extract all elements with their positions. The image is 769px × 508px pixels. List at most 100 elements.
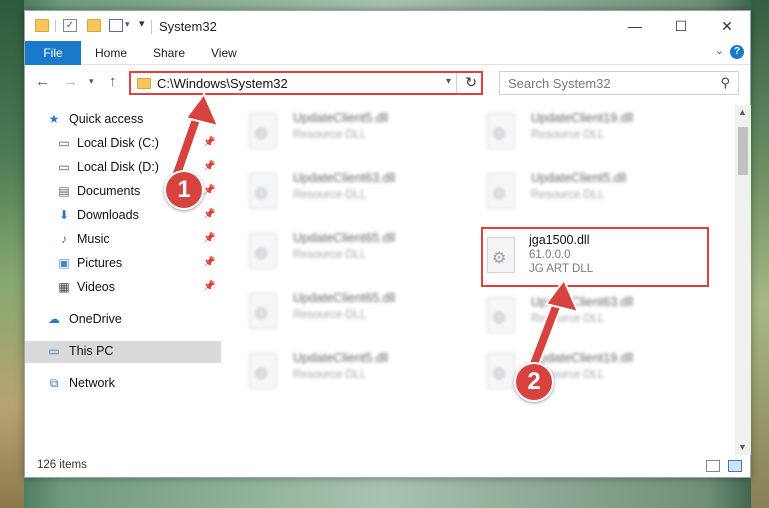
sidebar-item-network[interactable]: ⧉ Network [25,373,221,395]
address-divider [456,73,457,93]
dll-file-icon: ⚙ [249,293,277,329]
sidebar-item-label: Network [69,376,115,390]
window-title: System32 [159,19,217,34]
scroll-down-icon[interactable]: ▼ [738,442,747,452]
maximize-button[interactable]: ☐ [658,11,704,41]
file-item[interactable]: ⚙ UpdateClient5.dll Resource DLL [243,347,473,395]
file-item[interactable]: ⚙ UpdateClient65.dll Resource DLL [243,227,473,275]
file-type: Resource DLL [293,309,367,321]
address-folder-icon [137,78,151,89]
file-item[interactable]: ⚙ UpdateClient63.dll Resource DLL [481,291,711,339]
file-name: UpdateClient5.dll [293,111,389,125]
status-bar: 126 items [25,455,750,477]
dll-file-icon: ⚙ [249,233,277,269]
pin-icon[interactable]: 📌 [203,257,215,268]
quick-access-toolbar-icon[interactable]: ▾ [139,17,145,30]
navigation-bar: ← → ▾ ↑ C:\Windows\System32 ▾ ↻ Search S… [25,67,750,99]
pin-icon[interactable]: 📌 [203,233,215,244]
sidebar-item-this-pc[interactable]: ▭ This PC [25,341,221,363]
recent-locations-icon[interactable]: ▾ [89,76,94,87]
file-type: Resource DLL [531,189,605,201]
minimize-button[interactable]: — [612,11,658,41]
dll-file-icon: ⚙ [249,173,277,209]
pictures-icon: ▣ [58,256,70,270]
pin-icon[interactable]: 📌 [203,209,215,220]
annotation-arrow-2 [528,278,580,370]
tab-view[interactable]: View [197,41,251,65]
sidebar-item-label: Music [77,232,110,246]
tab-home[interactable]: Home [81,41,141,65]
scroll-up-icon[interactable]: ▲ [738,107,747,117]
file-name: UpdateClient5.dll [531,171,627,185]
dll-file-icon: ⚙ [249,353,277,389]
close-button[interactable]: ✕ [704,11,750,41]
search-input[interactable]: Search System32 ⚲ [499,71,739,95]
file-name: UpdateClient5.dll [293,351,389,365]
tab-share[interactable]: Share [139,41,199,65]
file-name: UpdateClient19.dll [531,111,634,125]
sidebar-item-videos[interactable]: ▦ Videos 📌 [25,277,221,299]
file-item[interactable]: ⚙ UpdateClient19.dll Resource DLL [481,107,711,155]
tiles-view-icon[interactable] [728,460,742,472]
dll-file-icon: ⚙ [487,353,515,389]
file-explorer-window: ✓ ▾ ▾ System32 — ☐ ✕ File Home Share Vie… [24,10,751,478]
sidebar-item-label: OneDrive [69,312,122,326]
dll-file-icon: ⚙ [487,173,515,209]
dll-file-icon: ⚙ [487,113,515,149]
item-count: 126 items [37,459,87,471]
tab-file[interactable]: File [25,41,81,65]
highlighted-file-item[interactable]: ⚙ jga1500.dll 61.0.0.0 JG ART DLL [481,227,709,287]
folder-icon [35,19,49,32]
download-icon: ⬇ [58,208,70,222]
file-type: Resource DLL [293,249,367,261]
title-divider [55,20,56,32]
forward-arrow-icon[interactable]: → [63,73,78,90]
pin-icon[interactable]: 📌 [203,281,215,292]
minimize-icon: — [628,18,642,34]
dropdown-arrow-icon[interactable]: ▾ [125,19,130,30]
search-icon[interactable]: ⚲ [720,75,730,91]
new-folder-icon[interactable] [87,19,101,32]
sidebar-item-label: Quick access [69,112,144,126]
file-name: jga1500.dll [529,233,590,247]
properties-check-icon[interactable]: ✓ [63,19,77,32]
sidebar-item-label: This PC [69,344,114,358]
file-item[interactable]: ⚙ UpdateClient63.dll Resource DLL [243,167,473,215]
help-icon[interactable]: ? [730,45,744,59]
cloud-icon: ☁ [48,312,60,326]
back-arrow-icon[interactable]: ← [35,73,50,90]
details-view-icon[interactable] [706,460,720,472]
star-icon: ★ [48,112,60,126]
file-type: Resource DLL [293,189,367,201]
sidebar-item-label: Documents [77,184,141,198]
file-item[interactable]: ⚙ UpdateClient5.dll Resource DLL [481,167,711,215]
music-icon: ♪ [61,232,67,246]
sidebar-item-pictures[interactable]: ▣ Pictures 📌 [25,253,221,275]
scroll-thumb[interactable] [738,127,748,175]
sidebar-item-label: Pictures [77,256,123,270]
file-item[interactable]: ⚙ UpdateClient65.dll Resource DLL [243,287,473,335]
ribbon-tabs: File Home Share View ⌄ ? [25,41,750,65]
refresh-icon[interactable]: ↻ [465,74,477,91]
search-placeholder: Search System32 [508,76,611,91]
drive-icon: ▭ [58,136,70,150]
file-name: UpdateClient65.dll [293,291,396,305]
file-type: Resource DLL [293,129,367,141]
address-dropdown-icon[interactable]: ▾ [446,76,451,87]
up-arrow-icon[interactable]: ↑ [109,73,117,90]
vertical-scrollbar[interactable]: ▲ ▼ [735,105,751,455]
dll-file-icon: ⚙ [487,297,515,333]
computer-icon: ▭ [48,344,60,358]
sidebar-item-onedrive[interactable]: ☁ OneDrive [25,309,221,331]
file-name: UpdateClient63.dll [293,171,396,185]
desktop-background-right [751,0,769,508]
dll-file-icon: ⚙ [249,113,277,149]
file-item[interactable]: ⚙ UpdateClient5.dll Resource DLL [243,107,473,155]
file-list: ⚙ UpdateClient5.dll Resource DLL ⚙ Updat… [225,105,735,455]
sidebar-item-music[interactable]: ♪ Music 📌 [25,229,221,251]
dll-file-icon: ⚙ [487,237,515,273]
expand-ribbon-icon[interactable]: ⌄ [715,44,724,57]
title-separator [151,20,152,34]
videos-icon: ▦ [58,280,70,294]
customize-icon[interactable] [109,19,123,32]
